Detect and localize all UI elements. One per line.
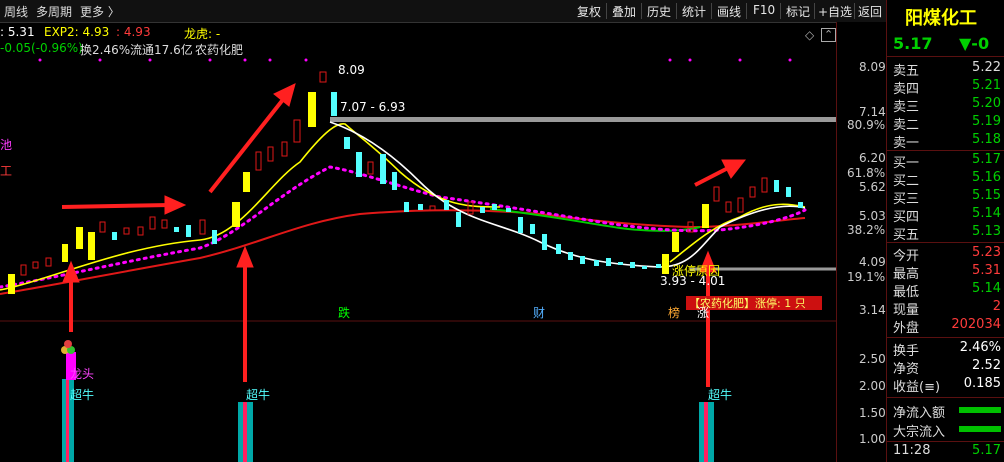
top-toolbar: 周线 多周期 更多 〉 复权 叠加 历史 统计 画线 F10 标记 +自选 返回 [0, 0, 886, 23]
bid-2: 买二 5.16 [893, 170, 1001, 189]
history-button[interactable]: 历史 [647, 3, 671, 20]
overlay-button[interactable]: 叠加 [612, 3, 636, 20]
stat-open: 今开 5.23 [893, 245, 1001, 264]
reason-label: 涨停原因 [672, 263, 720, 278]
quote-panel: 阳煤化工 5.17 ▼-0 卖五 5.22 卖四 5.21 卖三 5.20 卖二 5.1… [886, 0, 1004, 462]
high-label: 8.09 [338, 63, 365, 77]
current-price: 5.17 [893, 34, 933, 53]
adjust-button[interactable]: 复权 [577, 3, 601, 20]
draw-line-button[interactable]: 画线 [717, 3, 741, 20]
stat-outer: 外盘 202034 [893, 317, 1001, 336]
ask-3: 卖三 5.20 [893, 96, 1001, 115]
marker-finance: 财 [533, 306, 545, 320]
range-label-1: 7.07 - 6.93 [340, 100, 405, 114]
stat-eps: 收益(≡) 0.185 [893, 376, 1001, 395]
stat-net-assets: 净资 2.52 [893, 358, 1001, 377]
flow-block: 大宗流入 [887, 421, 1004, 440]
marker-rise: 涨 [697, 305, 709, 320]
indicator-label-dragon: 龙头 [70, 367, 94, 381]
ma-yellow-line-2 [669, 203, 806, 263]
bid-3: 买三 5.15 [893, 188, 1001, 207]
add-watchlist-button[interactable]: +自选 [818, 3, 852, 20]
tab-more[interactable]: 更多 〉 [80, 3, 120, 20]
f10-button[interactable]: F10 [753, 3, 775, 17]
signal-dots [38, 58, 792, 62]
marker-list: 榜 [668, 305, 680, 320]
indicator-label-bull-2: 超牛 [246, 387, 270, 402]
tab-multi-period[interactable]: 多周期 [36, 3, 72, 20]
tab-weekly[interactable]: 周线 [4, 3, 28, 20]
flow-net: 净流入额 [887, 402, 1004, 421]
bid-1: 买一 5.17 [893, 152, 1001, 171]
annotation-arrows [61, 83, 747, 387]
ask-4: 卖四 5.21 [893, 78, 1001, 97]
bid-5: 买五 5.13 [893, 224, 1001, 243]
ask-1: 卖一 5.18 [893, 132, 1001, 151]
stock-header: 阳煤化工 [887, 0, 1004, 30]
stat-volume: 现量 2 [893, 299, 1001, 318]
stat-high: 最高 5.31 [893, 263, 1001, 282]
ma-white-line [329, 121, 806, 268]
stock-name: 阳煤化工 [905, 8, 977, 29]
mark-button[interactable]: 标记 [786, 3, 810, 20]
stat-low: 最低 5.14 [893, 281, 1001, 300]
marker-fall: 跌 [338, 305, 350, 320]
bid-4: 买四 5.14 [893, 206, 1001, 225]
back-button[interactable]: 返回 [858, 3, 882, 20]
stats-button[interactable]: 统计 [682, 3, 706, 20]
tick-row: 11:28 5.17 [893, 443, 1001, 458]
ask-2: 卖二 5.19 [893, 114, 1001, 133]
ask-5: 卖五 5.22 [893, 60, 1001, 79]
price-axis: 8.09 7.14 80.9% 6.20 61.8% 5.62 5.03 38.… [836, 22, 887, 462]
stat-turnover: 换手 2.46% [893, 340, 1001, 359]
price-change: ▼-0 [959, 34, 990, 53]
indicator-bars [62, 352, 714, 462]
indicator-label-bull-3: 超牛 [708, 387, 732, 402]
indicator-label-bull-1: 超牛 [70, 387, 94, 402]
kline-chart[interactable]: 8.09 7.07 - 6.93 3.93 - 4.01 涨停原因 【农药化肥】… [0, 22, 836, 462]
fib-line-80 [330, 117, 836, 122]
